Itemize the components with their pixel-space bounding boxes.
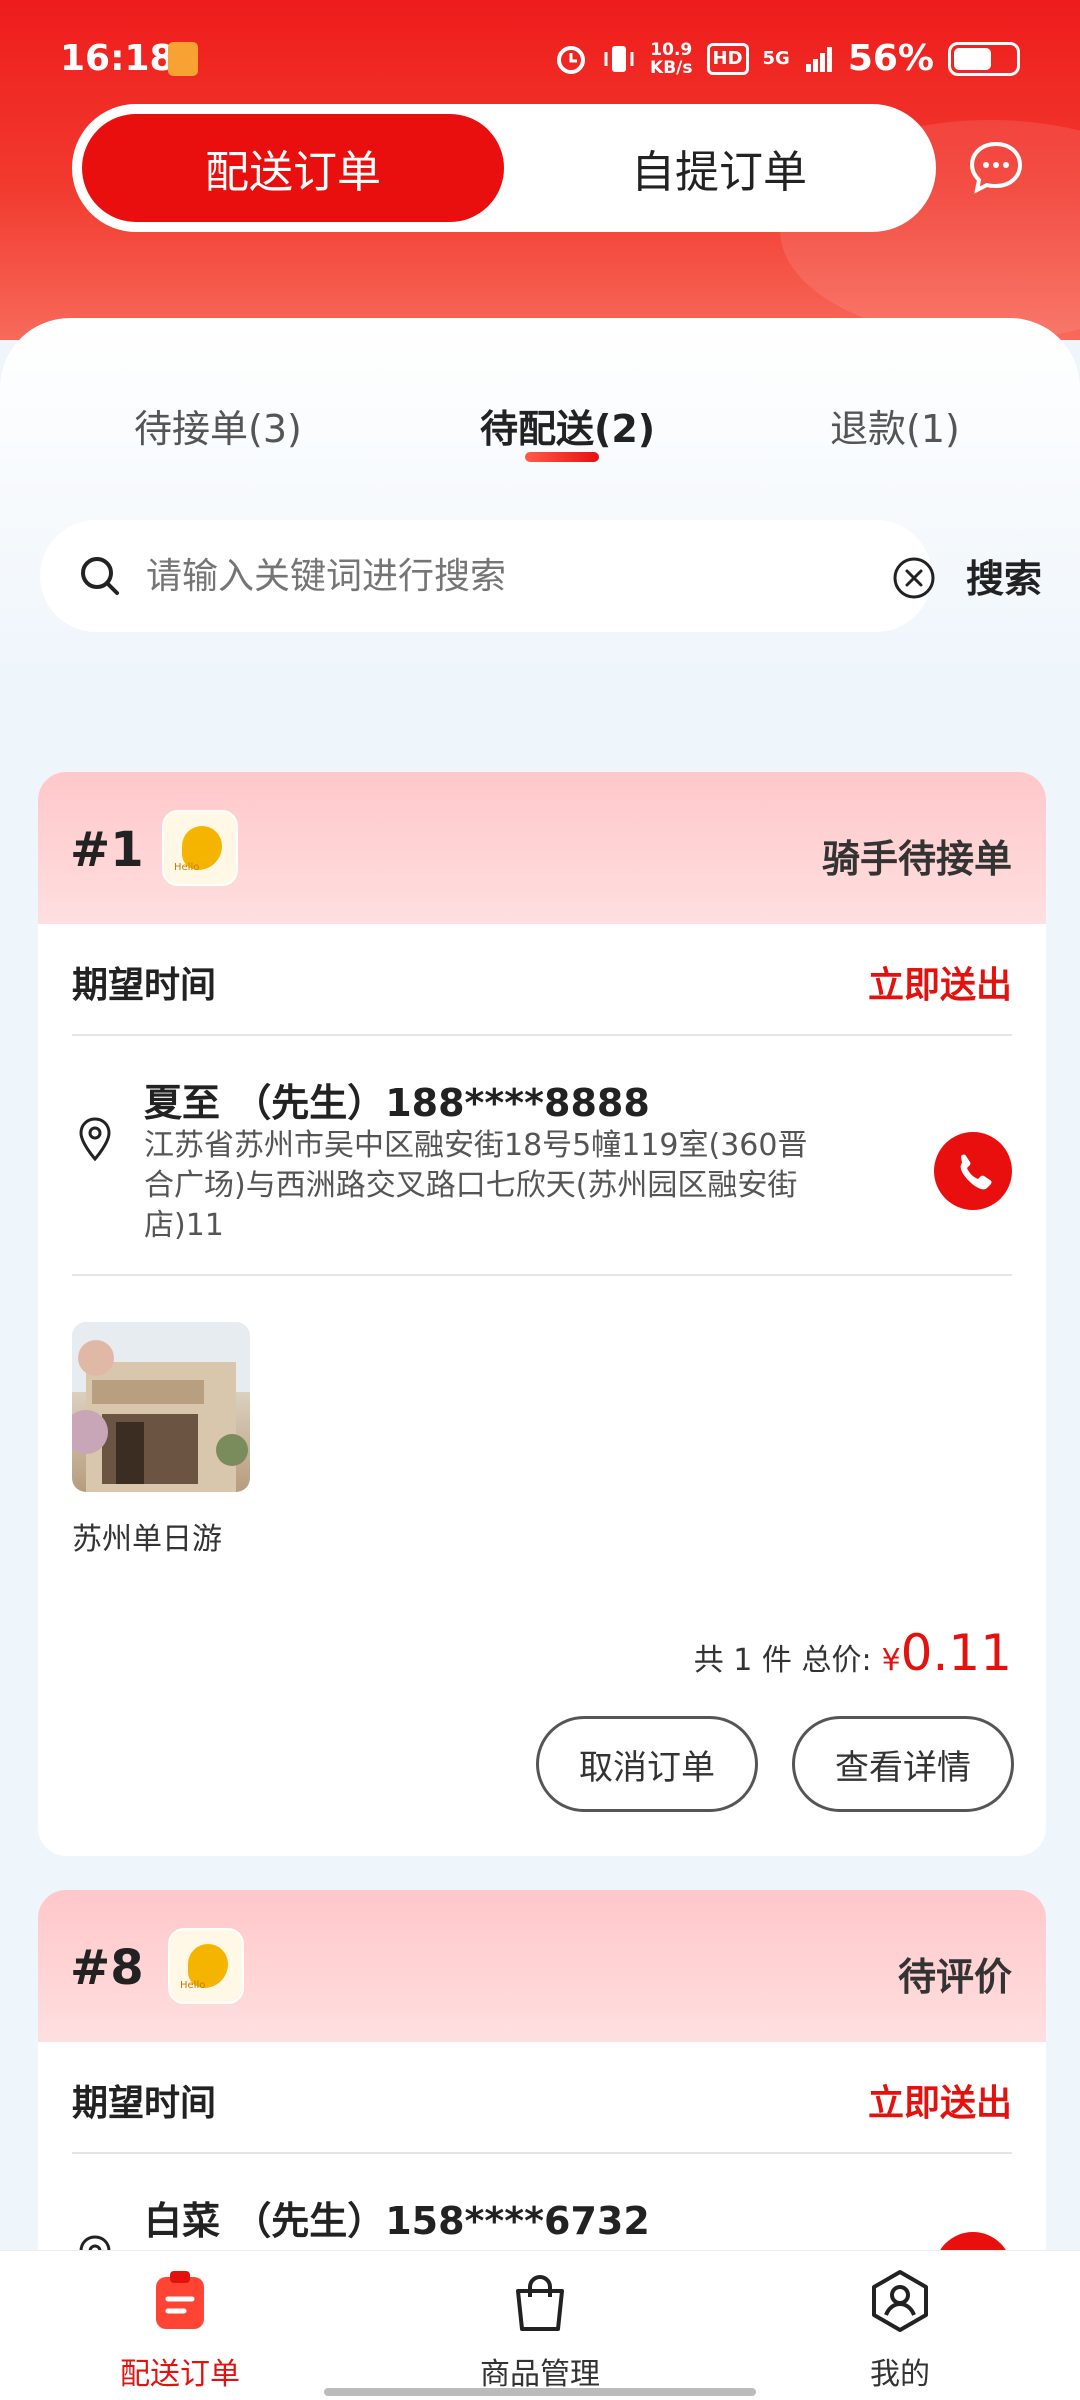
signal-icon [805,46,832,72]
order-card: #8 Hello 待评价 期望时间 立即送出 白菜 （先生）158****673… [38,1890,1046,2290]
view-details-button[interactable]: 查看详情 [792,1716,1014,1812]
item-count-label: 共 1 件 总价: [693,1643,872,1678]
nav-label: 商品管理 [480,2357,600,2392]
shopping-bag-icon [516,2275,564,2331]
order-number: #8 [70,1940,144,1996]
nav-item-delivery-orders[interactable]: 配送订单 [80,2269,280,2393]
alarm-icon [557,45,586,74]
search-input[interactable] [146,546,846,606]
network-speed-unit: KB/s [650,57,693,78]
location-pin-icon [79,1117,111,1162]
customer-address-row: 夏至 （先生）188****8888 江苏省苏州市吴中区融安街18号5幢119室… [72,1036,1012,1276]
network-speed-value: 10.9 [650,39,693,60]
currency-symbol: ¥ [881,1643,901,1678]
status-time: 16:18 [60,38,175,79]
network-speed: 10.9 KB/s [650,41,692,77]
tab-refund[interactable]: 退款(1) [830,398,960,453]
shop-logo-text: Hello [180,1980,206,1991]
vibrate-icon [604,45,634,72]
expected-time-label: 期望时间 [72,2083,217,2124]
message-icon[interactable] [968,140,1024,196]
bottom-nav: 配送订单 商品管理 我的 [0,2250,1080,2400]
expected-time-row: 期望时间 立即送出 [72,924,1012,1036]
status-tabs: 待接单(3) 待配送(2) 退款(1) [0,370,1080,480]
shop-logo: Hello [168,1928,244,2004]
shop-logo: Hello [162,810,238,886]
nav-item-profile[interactable]: 我的 [800,2269,1000,2393]
customer-address: 江苏省苏州市吴中区融安街18号5幢119室(360晋合广场)与西洲路交叉路口七欣… [144,1128,808,1243]
order-card: #1 Hello 骑手待接单 期望时间 立即送出 夏至 （先生）188****8… [38,772,1046,1856]
pickup-orders-toggle[interactable]: 自提订单 [508,110,930,226]
order-type-toggle: 配送订单 自提订单 [72,104,936,232]
status-indicators: 10.9 KB/s HD 5G 56% [554,38,1020,79]
product-name: 苏州单日游 [72,1522,222,1557]
order-number: #1 [70,822,144,878]
customer-name-phone: 白菜 （先生）158****6732 [144,2199,650,2243]
search-button[interactable]: 搜索 [966,548,1042,603]
expected-time-value: 立即送出 [867,2083,1012,2124]
battery-icon [948,41,1020,76]
battery-percent: 56% [847,38,934,79]
call-button[interactable] [934,1132,1012,1210]
order-status: 待评价 [897,1955,1012,1999]
cancel-order-button[interactable]: 取消订单 [536,1716,758,1812]
nav-item-product-management[interactable]: 商品管理 [440,2269,640,2393]
customer-name-phone: 夏至 （先生）188****8888 [144,1081,650,1125]
home-indicator[interactable] [324,2388,756,2396]
storefront-image [72,1322,250,1492]
delivery-orders-toggle[interactable]: 配送订单 [78,110,508,226]
active-tab-indicator [525,452,599,462]
clear-icon[interactable] [892,556,936,600]
search-icon [81,557,119,595]
total-price: 0.11 [900,1624,1012,1682]
product-item: 苏州单日游 [72,1276,1012,1566]
nav-label: 配送订单 [120,2357,240,2392]
status-bar: 16:18 10.9 KB/s HD 5G 56% [0,0,1080,110]
tab-pending-accept[interactable]: 待接单(3) [134,398,302,453]
order-card-header: #8 Hello 待评价 [38,1890,1046,2042]
signal-label: 5G [762,48,790,69]
product-thumbnail[interactable] [72,1322,250,1492]
tab-pending-delivery[interactable]: 待配送(2) [480,398,655,453]
expected-time-row: 期望时间 立即送出 [72,2042,1012,2154]
hd-badge: HD [706,42,749,75]
expected-time-label: 期望时间 [72,965,217,1006]
user-icon [872,2270,928,2332]
order-status: 骑手待接单 [821,837,1012,881]
phone-icon [960,1154,992,1190]
shop-logo-text: Hello [174,862,200,873]
nav-label: 我的 [870,2357,930,2392]
order-total: 共 1 件 总价: ¥0.11 [694,1624,1012,1682]
search-bar [40,520,935,632]
expected-time-value: 立即送出 [867,965,1012,1006]
bank-app-icon [168,42,198,76]
order-card-header: #1 Hello 骑手待接单 [38,772,1046,924]
clipboard-icon [156,2271,204,2329]
